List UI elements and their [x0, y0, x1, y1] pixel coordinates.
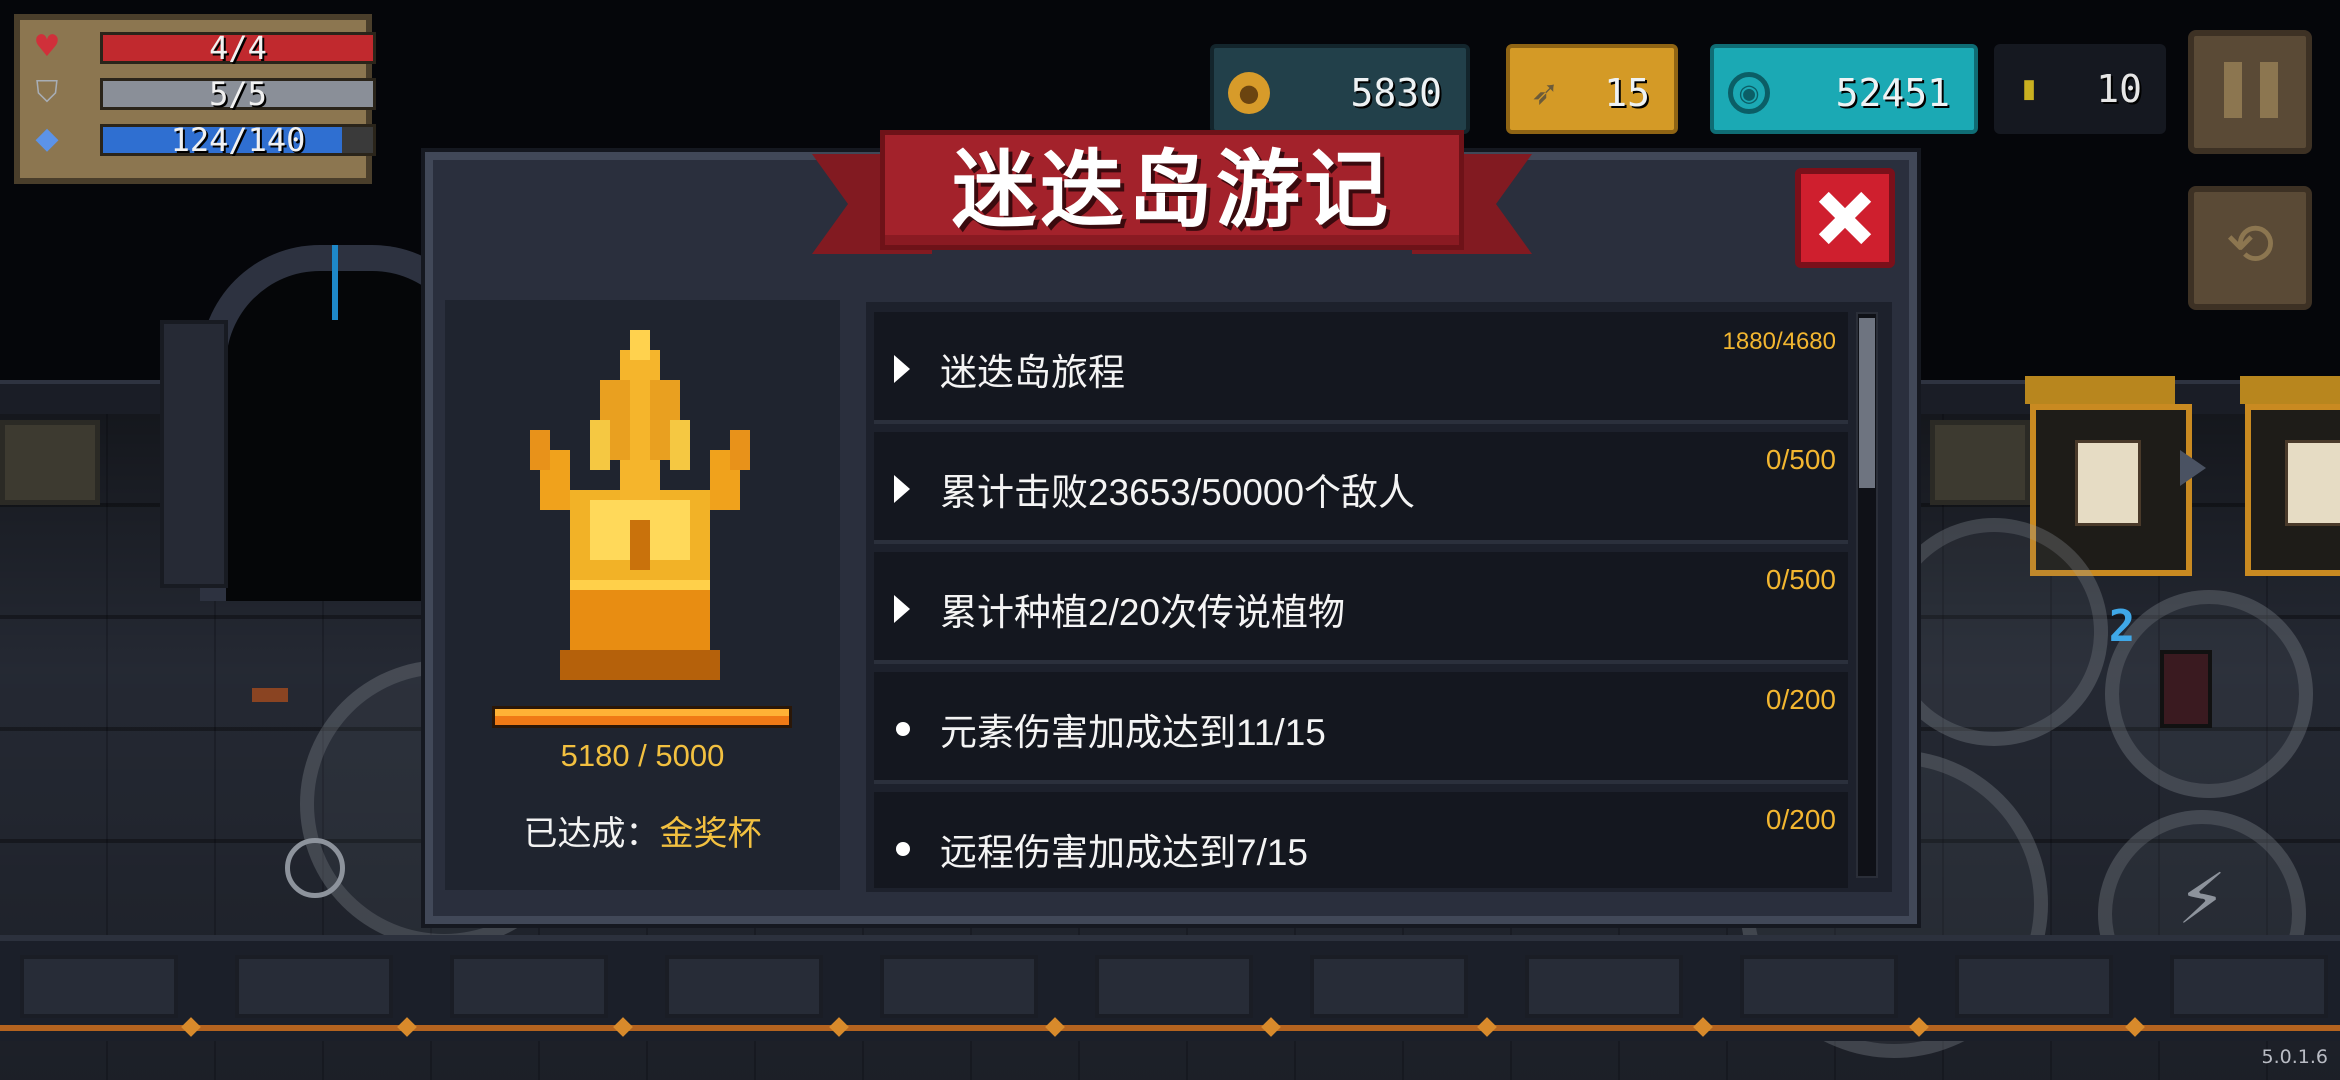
task-row[interactable]: 累计击败23653/50000个敌人 0/500	[874, 432, 1848, 544]
expand-arrow-icon	[894, 355, 910, 383]
bottom-wall-block	[1310, 955, 1468, 1018]
lightning-icon: ⚡	[2177, 858, 2227, 940]
bottom-wall-block	[1525, 955, 1683, 1018]
coin-counter: ▮ 10	[1994, 44, 2166, 134]
merchant-stand-roof	[2025, 376, 2175, 404]
achieved-value: 金奖杯	[659, 815, 762, 853]
arrow-right-icon	[2180, 450, 2206, 486]
heart-icon: ♥	[33, 29, 61, 64]
task-row: 元素伤害加成达到11/15 0/200	[874, 672, 1848, 784]
trophy-progress-bar	[492, 706, 792, 728]
pause-icon-bar	[2260, 62, 2278, 118]
expand-arrow-icon	[894, 475, 910, 503]
task-row[interactable]: 迷迭岛旅程 1880/4680	[874, 312, 1848, 424]
task-progress: 0/200	[1765, 804, 1836, 835]
gold-value: 5830	[1350, 71, 1442, 115]
item-card-2	[2285, 440, 2340, 526]
diamond-icon: ◆	[35, 121, 59, 156]
fish-icon: ➶	[1530, 73, 1560, 113]
bottom-wall-block	[1095, 955, 1253, 1018]
task-progress: 0/200	[1765, 684, 1836, 715]
fish-counter: ➶ 15	[1506, 44, 1678, 134]
dialog-title: 迷迭岛游记	[951, 141, 1392, 239]
game-screen: ⚡ 2 ♥ 4/4 ⛉ 5/5 ◆ 124/140 ● 5830 ➶ 15 ◉ …	[0, 0, 2340, 1080]
weapon-wheel-icon	[285, 838, 345, 898]
achieved-label: 已达成：	[523, 815, 660, 853]
close-button[interactable]	[1795, 168, 1895, 268]
stone-pillar	[160, 320, 228, 588]
bottom-wall-block	[1955, 955, 2113, 1018]
pause-button[interactable]	[2188, 30, 2312, 154]
armor-value: 5/5	[209, 75, 267, 113]
achieved-status: 已达成：金奖杯	[445, 806, 840, 855]
bullet-dot-icon	[896, 842, 910, 856]
energy-value: 124/140	[170, 121, 306, 159]
wall-sign	[0, 420, 100, 505]
bottom-wall-block	[450, 955, 608, 1018]
task-label: 累计种植2/20次传说植物	[940, 592, 1346, 633]
bottom-wall-block	[2170, 955, 2328, 1018]
task-label: 迷迭岛旅程	[940, 352, 1125, 393]
version-label: 5.0.1.6	[2261, 1046, 2328, 1068]
coin-value: 10	[2096, 67, 2142, 111]
health-row: ♥ 4/4	[30, 28, 376, 66]
floor-item	[252, 688, 288, 702]
armor-bar: 5/5	[100, 78, 376, 110]
gold-trophy-icon	[530, 330, 750, 680]
bottom-wall-block	[20, 955, 178, 1018]
energy-bar: 124/140	[100, 124, 376, 156]
gem-value: 52451	[1835, 71, 1950, 115]
title-banner: 迷迭岛游记	[812, 130, 1532, 260]
armor-row: ⛉ 5/5	[30, 74, 376, 112]
gold-coin-icon: ●	[1228, 72, 1270, 114]
archway-light	[332, 245, 338, 320]
banner-body: 迷迭岛游记	[880, 130, 1464, 250]
gem-counter: ◉ 52451	[1710, 44, 1978, 134]
expand-arrow-icon	[894, 595, 910, 623]
task-label: 元素伤害加成达到11/15	[940, 712, 1326, 753]
wall-sign-right	[1930, 420, 2030, 505]
task-progress: 0/500	[1765, 444, 1836, 475]
gem-icon: ◉	[1728, 72, 1770, 114]
item-card	[2075, 440, 2141, 526]
pause-icon	[2224, 62, 2242, 118]
refresh-person-icon: ⟲	[2225, 210, 2275, 278]
bottom-rail	[0, 1025, 2340, 1031]
character-level-badge: 2	[2108, 601, 2136, 652]
task-row: 远程伤害加成达到7/15 0/200	[874, 792, 1848, 888]
task-label: 远程伤害加成达到7/15	[940, 832, 1309, 873]
task-progress: 1880/4680	[1722, 328, 1836, 355]
task-progress: 0/500	[1765, 564, 1836, 595]
scrollbar-thumb[interactable]	[1859, 318, 1875, 488]
health-bar: 4/4	[100, 32, 376, 64]
bottom-wall-block	[1740, 955, 1898, 1018]
trophy-progress-text: 5180 / 5000	[560, 738, 725, 773]
bottom-wall-block	[880, 955, 1038, 1018]
bottom-wall-block	[665, 955, 823, 1018]
gold-counter: ● 5830	[1210, 44, 1470, 134]
task-label: 累计击败23653/50000个敌人	[940, 472, 1416, 513]
fish-value: 15	[1604, 71, 1650, 115]
bullet-dot-icon	[896, 722, 910, 736]
trophy-progress-fill	[495, 709, 789, 725]
health-value: 4/4	[209, 29, 267, 67]
multiplayer-button[interactable]: ⟲	[2188, 186, 2312, 310]
character-sprite	[2160, 650, 2212, 728]
task-row[interactable]: 累计种植2/20次传说植物 0/500	[874, 552, 1848, 664]
small-coin-icon: ▮	[2021, 74, 2037, 104]
shield-icon: ⛉	[35, 75, 59, 110]
merchant-stand-roof-2	[2240, 376, 2340, 404]
energy-row: ◆ 124/140	[30, 120, 376, 158]
bottom-wall-block	[235, 955, 393, 1018]
player-stats-panel: ♥ 4/4 ⛉ 5/5 ◆ 124/140	[14, 14, 376, 184]
